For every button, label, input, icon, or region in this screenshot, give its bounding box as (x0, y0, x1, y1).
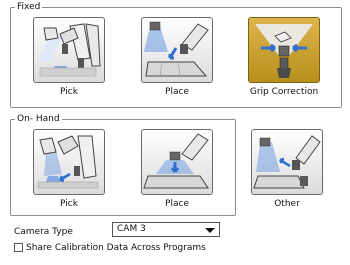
fixed-pick-icon (33, 17, 105, 83)
on-hand-place-label: Place (165, 199, 189, 209)
camera-type-value: CAM 3 (117, 224, 146, 234)
other-label: Other (274, 199, 300, 209)
share-calibration-label: Share Calibration Data Across Programs (26, 243, 206, 253)
camera-type-label: Camera Type (14, 227, 73, 237)
grip-correction-tile[interactable]: Grip Correction (246, 17, 322, 97)
grip-correction-icon (248, 17, 320, 83)
on-hand-pick-label: Pick (60, 199, 78, 209)
fixed-place-icon (141, 17, 213, 83)
chevron-down-icon[interactable] (205, 228, 215, 233)
other-tile[interactable]: Other (249, 129, 325, 209)
fixed-pick-tile[interactable]: Pick (31, 17, 107, 97)
share-calibration-row[interactable]: Share Calibration Data Across Programs (14, 242, 206, 254)
other-icon (251, 129, 323, 195)
on-hand-pick-tile[interactable]: Pick (31, 129, 107, 209)
on-hand-group-title: On- Hand (17, 114, 60, 124)
share-calibration-checkbox[interactable] (14, 243, 23, 252)
on-hand-place-icon (141, 129, 213, 195)
fixed-place-label: Place (165, 87, 189, 97)
on-hand-place-tile[interactable]: Place (139, 129, 215, 209)
fixed-place-tile[interactable]: Place (139, 17, 215, 97)
grip-correction-label: Grip Correction (249, 87, 319, 97)
camera-type-select[interactable]: CAM 3 (112, 222, 220, 237)
fixed-group-title: Fixed (17, 2, 41, 12)
fixed-pick-label: Pick (60, 87, 78, 97)
on-hand-pick-icon (33, 129, 105, 195)
